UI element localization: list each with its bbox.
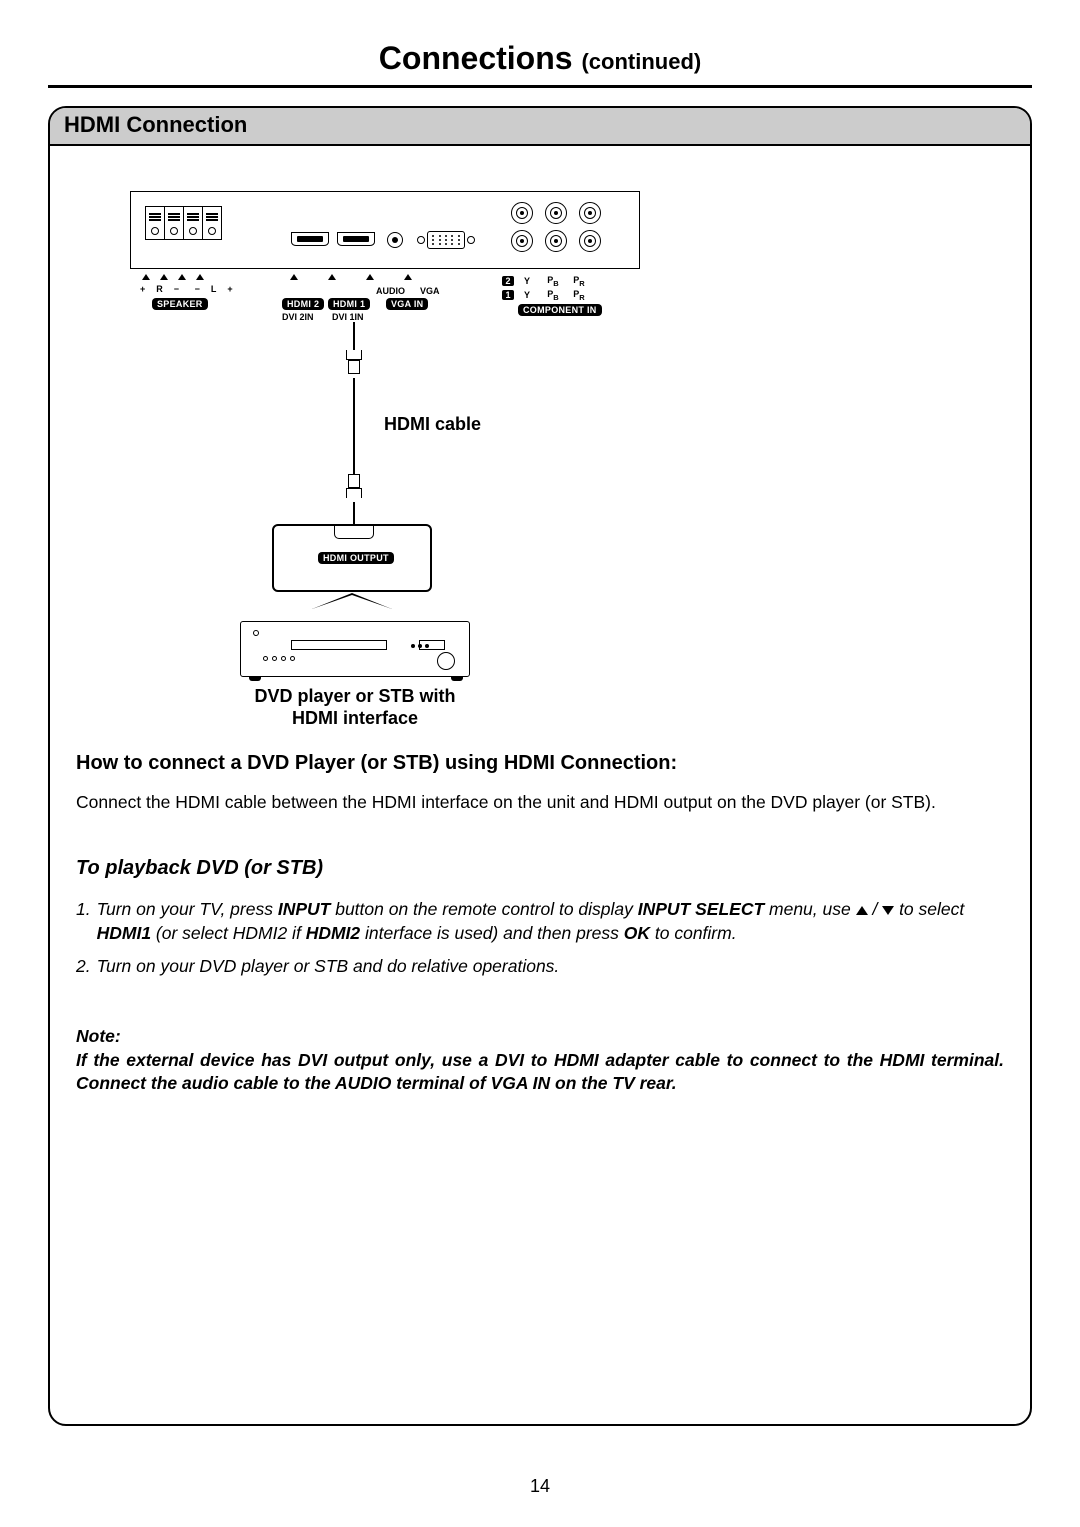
page-number: 14 [0,1476,1080,1497]
title-divider [48,85,1032,88]
vga-port [417,230,475,250]
vgain-badge: VGA IN [386,298,428,310]
hdmi2-port [291,232,329,246]
device-caption: DVD player or STB with HDMI interface [248,686,462,729]
title-main: Connections [379,40,573,76]
connection-diagram: + R − − L + SPEAKER AUDIO VGA HDMI 2 HDM… [50,146,1030,716]
tv-rear-panel [130,191,640,269]
speaker-arrow-row [142,274,204,280]
dvd-player [240,621,470,677]
component-rca-grid [511,202,601,252]
note-label: Note: [76,1025,1004,1049]
vga-label: VGA [420,286,440,296]
hdmi-connector-top [346,350,362,378]
audio-jack [387,232,403,248]
note-block: Note: If the external device has DVI out… [76,1025,1004,1096]
speaker-polarity-labels: + R − − L + [140,284,235,294]
mid-arrow-row [290,274,412,280]
playback-steps: 1. Turn on your TV, press INPUT button o… [76,898,1004,979]
hdmi2-badge: HDMI 2 [282,298,324,310]
howto-heading: How to connect a DVD Player (or STB) usi… [76,750,1004,777]
page-title: Connections (continued) [0,0,1080,77]
hdmi-connector-bottom [346,474,362,502]
note-body: If the external device has DVI output on… [76,1049,1004,1096]
component-labels: 2YPBPR 1YPBPR [502,274,592,302]
component-badge: COMPONENT IN [518,304,602,316]
hdmi-output-badge: HDMI OUTPUT [318,552,394,564]
audio-label: AUDIO [376,286,405,296]
title-sub: (continued) [581,49,701,74]
content-frame: HDMI Connection [48,106,1032,1426]
dvi2-label: DVI 2IN [282,312,314,322]
hdmi-output-device: HDMI OUTPUT [272,524,432,592]
speaker-terminals [145,206,221,240]
hdmi-cable-label: HDMI cable [384,414,481,435]
cable-stub-bottom [353,502,355,524]
cable-stub-top [353,322,355,350]
howto-paragraph: Connect the HDMI cable between the HDMI … [76,791,1004,815]
down-arrow-icon [882,906,894,915]
instruction-text: How to connect a DVD Player (or STB) usi… [50,750,1030,1096]
hdmi-cable [353,378,355,474]
up-arrow-icon [856,906,868,915]
speaker-badge: SPEAKER [152,298,208,310]
section-header: HDMI Connection [50,108,1030,146]
hdmi1-badge: HDMI 1 [328,298,370,310]
dvi1-label: DVI 1IN [332,312,364,322]
step-1: Turn on your TV, press INPUT button on t… [97,898,1004,946]
hdmi1-port [337,232,375,246]
step-2: Turn on your DVD player or STB and do re… [97,955,560,979]
playback-heading: To playback DVD (or STB) [76,855,1004,882]
